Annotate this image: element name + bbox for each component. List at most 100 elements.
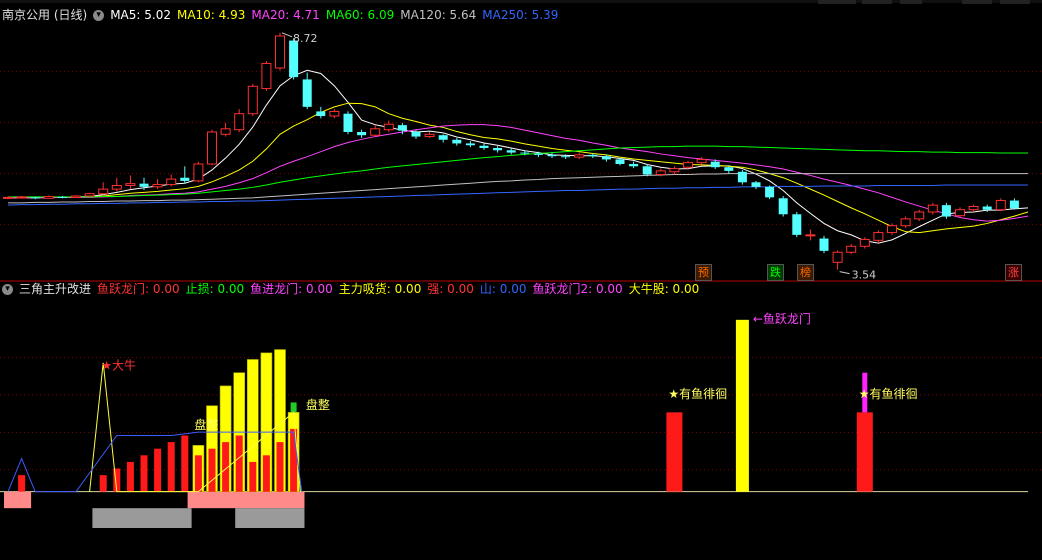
indicator-label: MA120: 5.64 [400,8,477,22]
candle-body [968,206,979,211]
candle-body [832,251,843,263]
candle-body [111,184,122,190]
indicator-label: 鱼跃龙门: 0.00 [97,282,180,296]
red-bar [18,475,26,492]
candle-body [98,188,109,195]
signal-bang[interactable]: 榜 [797,264,814,281]
candle-body [955,209,965,217]
indicator-label: MA60: 6.09 [325,8,395,22]
signal-die[interactable]: 跌 [767,264,784,281]
candle-body [792,214,802,235]
candle-body [479,145,489,148]
candle-body [207,131,217,165]
you-yu-pai-huai-label: ★有鱼徘徊 [668,387,727,401]
candle-body [642,166,652,175]
candle-body [289,40,299,78]
base-block-pink [187,491,305,509]
candle-body [941,205,951,217]
candle-body [316,111,326,116]
candle-body [234,113,245,131]
ma-indicator-list: MA5: 5.02 MA10: 4.93 MA20: 4.71 MA60: 6.09 M… [110,8,564,22]
candle-body [914,211,925,220]
candle-body [357,132,367,136]
candle-body [683,162,693,168]
base-block-pink [4,491,32,509]
yellow-bar [735,319,749,492]
indicator-label: 强: 0.00 [427,282,474,296]
ma-line-ma20 [8,124,1029,222]
price-panel-header: 南京公用 (日线) ▾ MA5: 5.02 MA10: 4.93 MA20: 4.71 M… [2,5,570,25]
signal-yu[interactable]: 预 [695,264,712,281]
indicator-name[interactable]: 三角主升改进 [19,282,91,296]
candle-body [220,128,231,135]
low-pointer [839,271,850,275]
price-grid [0,70,1042,226]
indicator-panel[interactable]: ★大牛盘整盘整←鱼跃龙门★有鱼徘徊 ★有鱼徘徊 [0,311,1042,528]
indicator-panel-header: ▾ 三角主升改进 鱼跃龙门: 0.00 止损: 0.00 鱼进龙门: 0.00 主力吸货:… [2,279,711,299]
red-bar [194,455,202,492]
base-block-gray [235,508,305,528]
candle-body [193,163,204,182]
candle-body [411,132,421,137]
ma-line-ma5 [7,69,1029,244]
indicator-series [4,319,873,528]
indicator-label: MA10: 4.93 [176,8,246,22]
candle-body [751,182,761,187]
candle-body [3,196,13,199]
red-bar [276,442,284,492]
candle-body [873,232,884,241]
indicator-label: 鱼进龙门: 0.00 [250,282,333,296]
candle-body [805,234,816,237]
signal-zhang[interactable]: 涨 [1005,264,1022,281]
candle-body [778,198,788,215]
chevron-down-icon[interactable]: ▾ [93,10,105,21]
candle-body [846,245,857,253]
candle-body [383,123,394,131]
candle-body [615,159,625,164]
candle-body [737,171,747,183]
red-bar [99,475,107,492]
candle-body [724,167,734,171]
red-bar [235,435,243,492]
candle-body [247,85,258,115]
da-niu-label: ★大牛 [101,357,136,372]
indicator-label: 主力吸货: 0.00 [338,282,422,296]
price-panel[interactable]: 8.72 3.54 [0,32,1042,282]
candle-body [561,156,571,158]
candle-body [152,184,163,188]
candle-body [397,125,407,131]
candle-body [995,200,1006,211]
candle-body [859,238,870,247]
low-price-label: 3.54 [852,269,877,282]
candle-body [452,139,462,144]
candle-body [84,193,95,197]
candle-body [343,113,353,132]
candle-body [696,158,707,164]
candle-body [506,150,516,153]
pan-zheng-label: 盘整 [194,417,218,432]
candle-body [43,195,54,199]
red-bar [208,448,216,492]
stock-name[interactable]: 南京公用 (日线) [2,8,87,22]
indicator-label: 山: 0.00 [479,282,527,296]
chevron-down-icon[interactable]: ▾ [2,284,13,295]
candle-body [819,238,829,251]
red-bar [249,461,257,492]
candle-body [520,152,530,154]
red-bar [856,412,873,492]
high-price-label: 8.72 [293,32,318,45]
ma-line-ma60 [8,145,1028,198]
candle-body [370,128,381,136]
red-bar [126,461,134,492]
candle-body [166,178,177,186]
ma-line-ma120 [8,173,1028,204]
candle-body [655,170,666,176]
candle-body [275,35,285,69]
red-bar [154,448,162,492]
red-bar [167,442,175,492]
indicator-value-list: 鱼跃龙门: 0.00 止损: 0.00 鱼进龙门: 0.00 主力吸货: 0.00 强:… [97,282,705,296]
candle-body [601,156,611,160]
candle-body [261,62,272,90]
red-bar [140,455,148,492]
indicator-label: 鱼跃龙门2: 0.00 [532,282,623,296]
